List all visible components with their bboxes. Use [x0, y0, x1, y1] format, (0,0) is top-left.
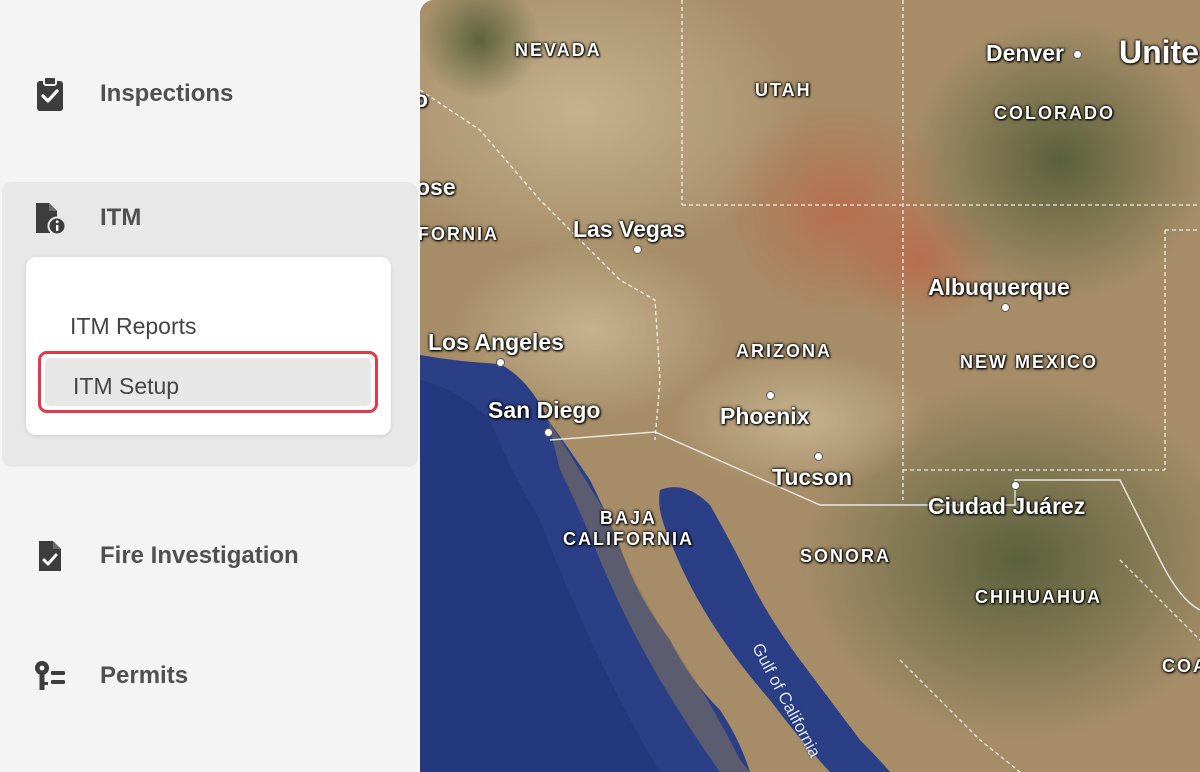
map-label-los-angeles: Los Angeles	[428, 329, 564, 355]
file-check-icon	[32, 538, 68, 574]
city-marker	[1011, 481, 1020, 490]
map-label-chihuahua: CHIHUAHUA	[975, 587, 1102, 607]
key-list-icon	[32, 658, 68, 694]
map-label-baja: BAJA	[600, 508, 658, 528]
city-marker	[1073, 50, 1082, 59]
map-label-coahuila-partial: COA	[1162, 656, 1200, 676]
map-label-las-vegas: Las Vegas	[573, 216, 686, 242]
submenu-item-itm-setup-highlight[interactable]: ITM Setup	[38, 351, 378, 413]
clipboard-check-icon	[32, 76, 68, 112]
map-label-colorado: COLORADO	[994, 103, 1115, 123]
map-label-nevada: NEVADA	[515, 40, 602, 60]
map-label-partial: o	[420, 86, 429, 112]
city-marker	[1001, 303, 1010, 312]
submenu-item-label: ITM Setup	[73, 373, 180, 399]
map-label-utah: UTAH	[755, 80, 812, 100]
sidebar-item-label: Fire Investigation	[100, 542, 299, 569]
map-label-denver: Denver	[986, 40, 1064, 66]
submenu-item-itm-reports[interactable]: ITM Reports	[70, 313, 197, 340]
city-marker	[814, 452, 823, 461]
city-marker	[766, 391, 775, 400]
map-label-san-diego: San Diego	[488, 397, 601, 423]
map-label-ciudad-juarez: Ciudad Juárez	[928, 493, 1086, 519]
city-marker	[496, 358, 505, 367]
sidebar: Inspections ITM ITM Reports ITM Setup Fi…	[0, 0, 420, 772]
sidebar-item-label: Permits	[100, 662, 189, 689]
map-label-new-mexico: NEW MEXICO	[960, 352, 1099, 372]
map-label-united-states-partial: Unite	[1119, 34, 1199, 70]
city-marker	[544, 428, 553, 437]
map-label-phoenix: Phoenix	[720, 403, 810, 429]
sidebar-item-label: Inspections	[100, 80, 234, 107]
map-label-tucson: Tucson	[772, 464, 853, 490]
sidebar-item-permits[interactable]: Permits	[0, 640, 420, 712]
map-label-california-partial: FORNIA	[420, 224, 499, 244]
map-label-arizona: ARIZONA	[736, 341, 832, 361]
submenu-item-itm-setup[interactable]: ITM Setup	[45, 358, 371, 406]
satellite-map[interactable]: Denver Las Vegas Albuquerque Los Angeles…	[420, 0, 1200, 772]
sidebar-item-inspections[interactable]: Inspections	[0, 58, 420, 130]
sidebar-item-label: ITM	[100, 204, 142, 231]
file-info-icon	[32, 200, 68, 236]
itm-group: ITM ITM Reports ITM Setup	[2, 182, 418, 467]
sidebar-item-fire-investigation[interactable]: Fire Investigation	[0, 520, 420, 592]
city-marker	[633, 245, 642, 254]
map-label-sonora: SONORA	[800, 546, 892, 566]
map-label-california-baja: CALIFORNIA	[563, 529, 694, 549]
map-label-san-jose-partial: ose	[420, 174, 456, 200]
map-label-albuquerque: Albuquerque	[928, 274, 1070, 300]
sidebar-item-itm[interactable]: ITM	[0, 182, 420, 254]
itm-submenu: ITM Reports ITM Setup	[26, 257, 391, 435]
